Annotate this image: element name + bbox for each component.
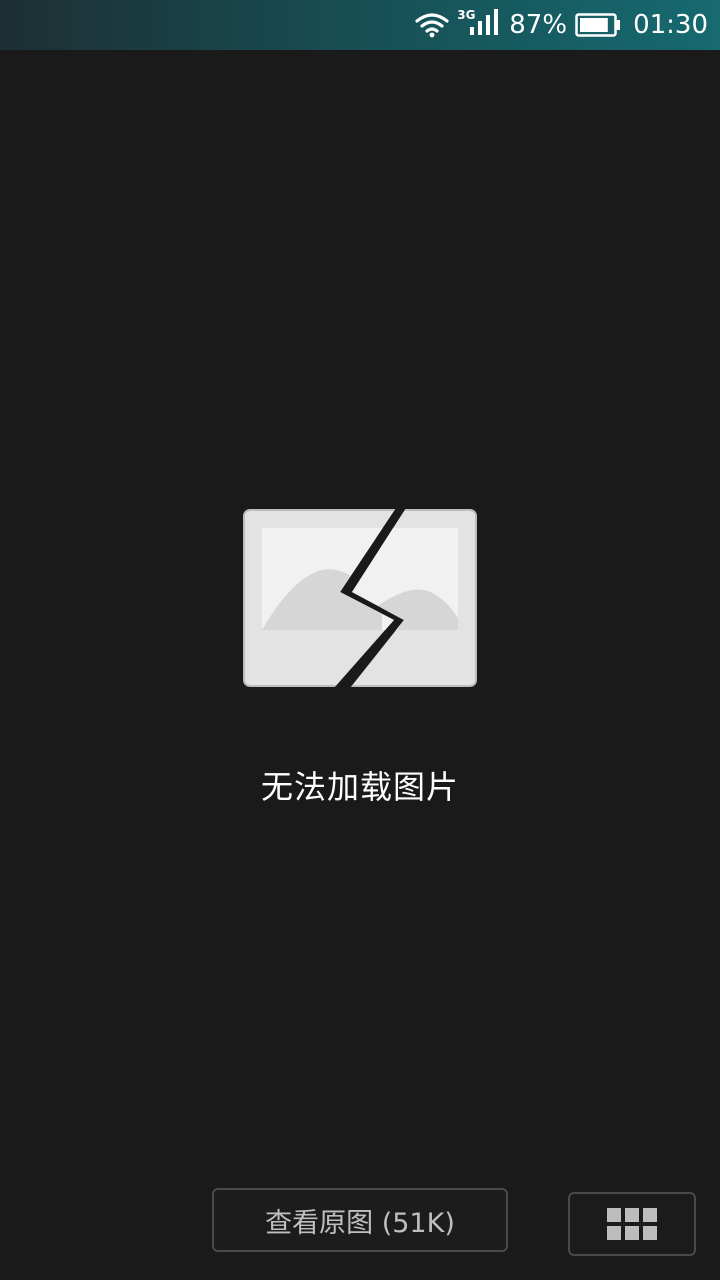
battery-icon — [575, 13, 621, 37]
image-viewer-screen: 3G 87% 01:30 无法加载图片 查看原图 (51K) — [0, 0, 720, 1280]
grid-view-button[interactable] — [568, 1192, 696, 1256]
clock: 01:30 — [633, 10, 708, 40]
cellular-signal: 3G — [457, 5, 499, 45]
status-indicators: 3G 87% 01:30 — [415, 0, 708, 50]
view-original-label: 查看原图 (51K) — [265, 1207, 455, 1239]
wifi-icon — [415, 13, 449, 38]
load-error-message: 无法加载图片 — [260, 768, 459, 806]
battery-percent: 87% — [509, 10, 568, 40]
signal-icon — [470, 9, 499, 35]
grid-icon — [607, 1208, 657, 1240]
broken-image-icon — [242, 508, 478, 688]
status-bar: 3G 87% 01:30 — [0, 0, 720, 50]
view-original-button[interactable]: 查看原图 (51K) — [212, 1188, 508, 1252]
